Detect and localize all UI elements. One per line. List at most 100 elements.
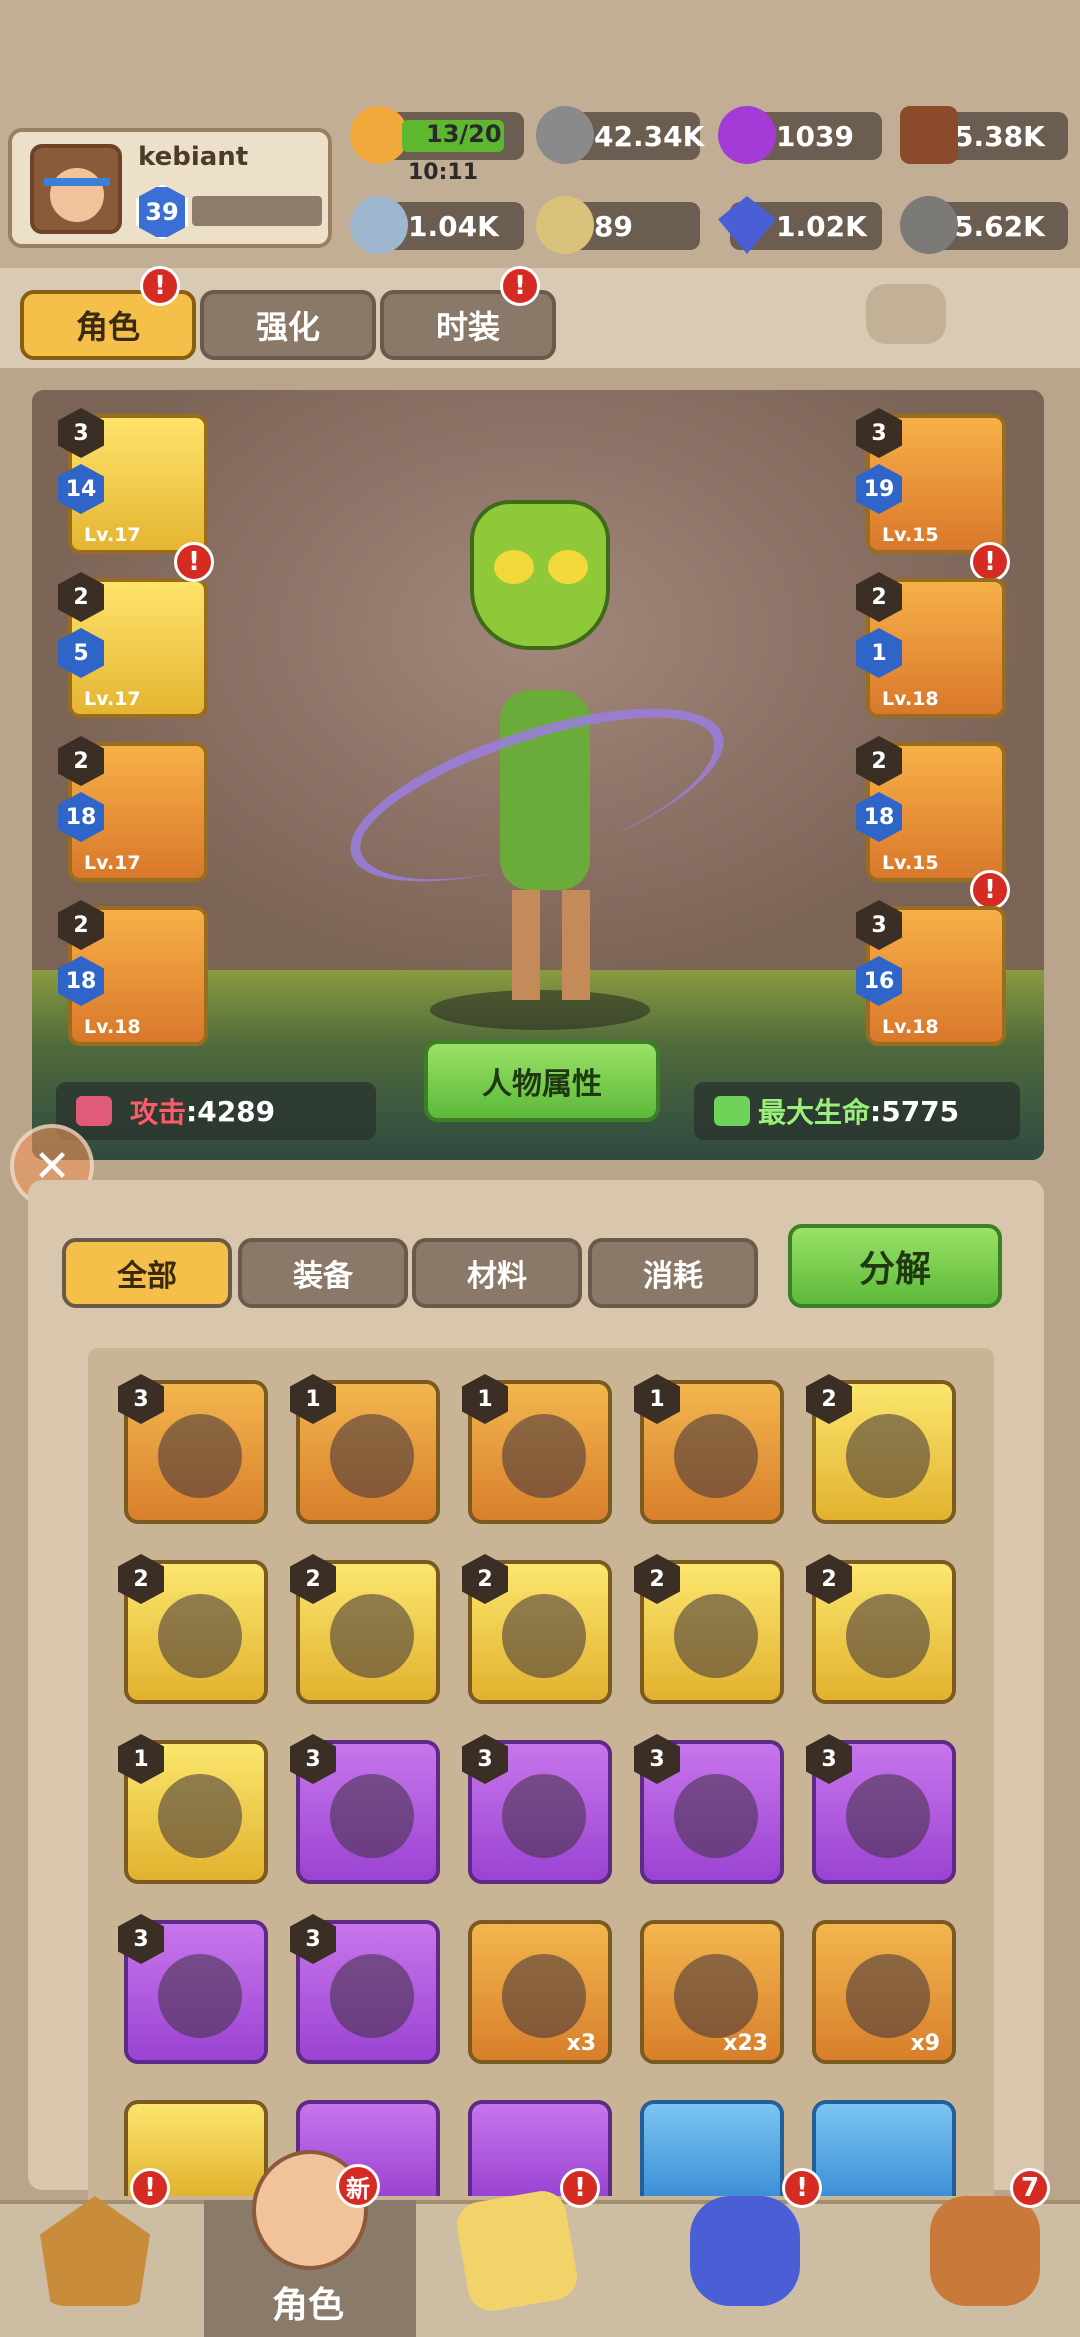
equip-level: Lv.18: [882, 688, 939, 710]
inventory-item[interactable]: [812, 2100, 956, 2196]
item-art-icon: [846, 1414, 930, 1498]
inventory-item[interactable]: 2: [634, 1554, 784, 1704]
energy-resource[interactable]: 13/20 10:11: [350, 106, 524, 185]
stone-icon: [900, 196, 958, 254]
beast-emblem-icon: [866, 284, 946, 344]
nav-map-icon[interactable]: [453, 2187, 581, 2315]
item-art-icon: [502, 1594, 586, 1678]
nav-pet-alert: !: [782, 2168, 822, 2208]
nav-map-alert: !: [560, 2168, 600, 2208]
item-art-icon: [502, 1414, 586, 1498]
max-hp-value: :5775: [870, 1094, 960, 1128]
nav-new-badge: 新: [336, 2164, 380, 2208]
gears-value: 42.34K: [594, 119, 705, 153]
avatar-face-icon: [50, 168, 104, 222]
item-art-icon: [674, 1774, 758, 1858]
attack-value: :4289: [186, 1094, 276, 1128]
fossils-resource[interactable]: 89: [536, 196, 700, 254]
item-art-icon: [846, 1594, 930, 1678]
inventory-item[interactable]: x3: [468, 1920, 612, 2064]
equip-level: Lv.17: [84, 688, 141, 710]
item-quantity: x9: [910, 2031, 941, 2056]
filter-equipment[interactable]: 装备: [238, 1238, 408, 1308]
heart-icon: [714, 1096, 750, 1126]
filter-all[interactable]: 全部: [62, 1238, 232, 1308]
inventory-item[interactable]: 3: [118, 1914, 268, 2064]
item-art-icon: [502, 1954, 586, 2038]
hero-leg-right: [562, 890, 590, 1000]
nav-bag-icon[interactable]: [930, 2196, 1040, 2306]
crystals-value: 1.02K: [776, 209, 867, 243]
equip-level: Lv.18: [882, 1016, 939, 1038]
inventory-item[interactable]: 3: [290, 1734, 440, 1884]
pearl-icon: [718, 106, 776, 164]
equip-alert-badge: !: [970, 870, 1010, 910]
owl-mask-icon: [470, 500, 610, 650]
wood-icon: [900, 106, 958, 164]
nav-bag-count: 7: [1010, 2168, 1050, 2208]
item-art-icon: [330, 1414, 414, 1498]
decompose-button[interactable]: 分解: [788, 1224, 1002, 1308]
wood-resource[interactable]: 5.38K: [900, 106, 1068, 164]
inventory-item[interactable]: 1: [462, 1374, 612, 1524]
mask-eye-right-icon: [548, 550, 588, 584]
inventory-item[interactable]: [640, 2100, 784, 2196]
inventory-item[interactable]: 2: [118, 1554, 268, 1704]
stone-value: 5.62K: [954, 209, 1045, 243]
item-art-icon: [502, 1774, 586, 1858]
inventory-item[interactable]: 3: [806, 1734, 956, 1884]
inventory-item[interactable]: 3: [634, 1734, 784, 1884]
bones-resource[interactable]: 1.04K: [350, 196, 524, 254]
attack-icon: [76, 1096, 112, 1126]
player-profile[interactable]: kebiant 39: [8, 128, 332, 248]
hero-shadow: [430, 990, 650, 1030]
xp-bar: [192, 196, 322, 226]
item-quantity: x23: [723, 2031, 768, 2056]
inventory-item[interactable]: 1: [634, 1374, 784, 1524]
inventory-item[interactable]: 3: [462, 1734, 612, 1884]
inventory-item[interactable]: 2: [806, 1554, 956, 1704]
stone-resource[interactable]: 5.62K: [900, 196, 1068, 254]
pearls-resource[interactable]: 1039: [718, 106, 882, 164]
item-art-icon: [330, 1954, 414, 2038]
filter-materials[interactable]: 材料: [412, 1238, 582, 1308]
inventory-item[interactable]: 1: [290, 1374, 440, 1524]
attributes-button[interactable]: 人物属性: [424, 1040, 660, 1122]
inventory-item[interactable]: 3: [118, 1374, 268, 1524]
item-art-icon: [674, 1954, 758, 2038]
item-art-icon: [674, 1414, 758, 1498]
equip-level: Lv.15: [882, 524, 939, 546]
energy-icon: [350, 106, 408, 164]
character-alert-badge: !: [140, 266, 180, 306]
crystals-resource[interactable]: 1.02K: [718, 196, 882, 254]
equip-level: Lv.17: [84, 524, 141, 546]
player-level-badge: 39: [136, 184, 188, 240]
player-name: kebiant: [138, 142, 249, 172]
inventory-item[interactable]: x23: [640, 1920, 784, 2064]
inventory-item[interactable]: 2: [462, 1554, 612, 1704]
filter-consumables[interactable]: 消耗: [588, 1238, 758, 1308]
max-hp-stat: 最大生命 :5775: [694, 1082, 1020, 1140]
nav-pet-icon[interactable]: [690, 2196, 800, 2306]
fossil-icon: [536, 196, 594, 254]
tab-enhance[interactable]: 强化: [200, 290, 376, 360]
item-art-icon: [674, 1594, 758, 1678]
equip-level: Lv.15: [882, 852, 939, 874]
item-art-icon: [330, 1774, 414, 1858]
equip-alert-badge: !: [970, 542, 1010, 582]
item-art-icon: [158, 1414, 242, 1498]
nav-character-label: 角色: [272, 2285, 345, 2326]
player-avatar[interactable]: [30, 144, 122, 234]
nav-arena-alert: !: [130, 2168, 170, 2208]
item-art-icon: [158, 1774, 242, 1858]
pearls-value: 1039: [776, 119, 854, 153]
bones-value: 1.04K: [408, 209, 499, 243]
costume-alert-badge: !: [500, 266, 540, 306]
inventory-item[interactable]: x9: [812, 1920, 956, 2064]
attack-label: 攻击: [130, 1096, 187, 1129]
inventory-item[interactable]: 3: [290, 1914, 440, 2064]
inventory-item[interactable]: 2: [290, 1554, 440, 1704]
gears-resource[interactable]: 42.34K: [536, 106, 704, 164]
inventory-item[interactable]: 1: [118, 1734, 268, 1884]
inventory-item[interactable]: 2: [806, 1374, 956, 1524]
